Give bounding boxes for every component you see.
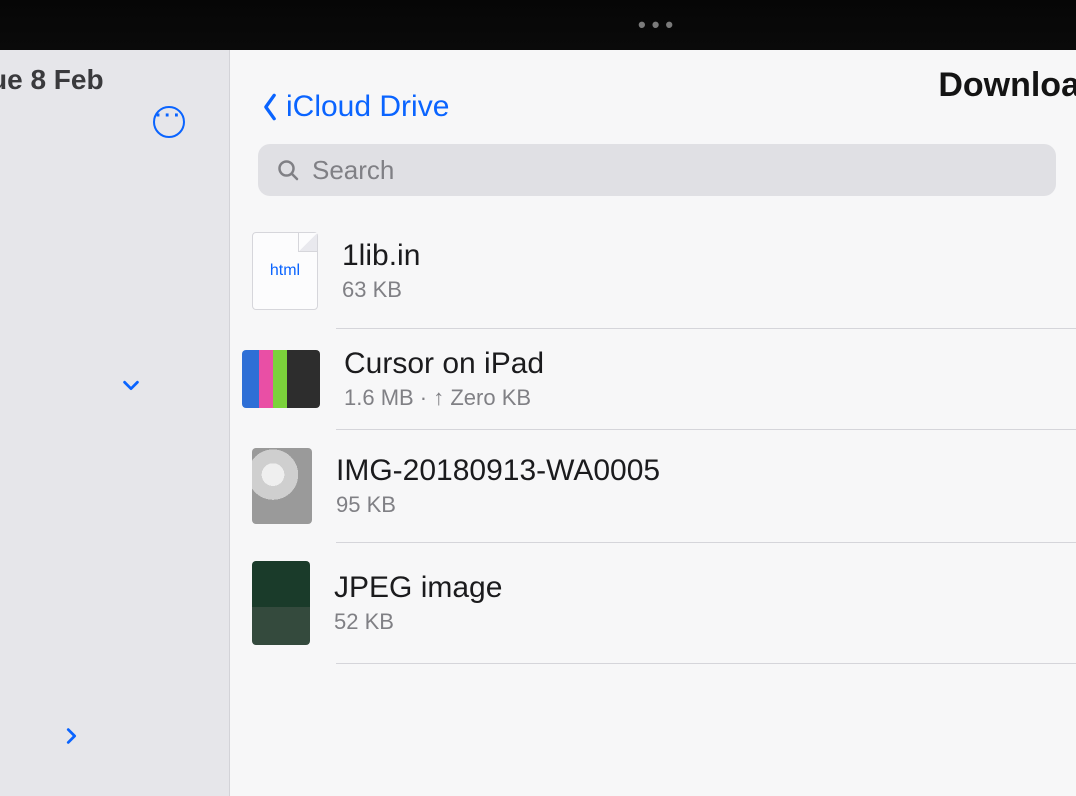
file-subtitle: 95 KB bbox=[336, 492, 660, 518]
chevron-left-icon bbox=[260, 90, 280, 124]
file-name: JPEG image bbox=[334, 571, 502, 605]
sidebar-collapse-toggle[interactable] bbox=[120, 368, 142, 407]
chevron-right-icon bbox=[60, 719, 82, 753]
file-name: 1lib.in bbox=[342, 239, 420, 273]
file-row[interactable]: IMG-20180913-WA0005 95 KB bbox=[230, 430, 1076, 542]
sidebar: ue 8 Feb ··· bbox=[0, 48, 230, 796]
file-meta: Cursor on iPad 1.6 MB · ↑ Zero KB bbox=[344, 347, 544, 411]
file-row[interactable]: Cursor on iPad 1.6 MB · ↑ Zero KB bbox=[230, 329, 1076, 429]
device-topbar: ••• bbox=[0, 0, 1076, 50]
content-pane: Downloa iCloud Drive html 1lib.in 63 KB bbox=[230, 48, 1076, 796]
files-window: ue 8 Feb ··· Downloa iCloud Drive bbox=[0, 48, 1076, 796]
file-name: Cursor on iPad bbox=[344, 347, 544, 381]
file-subtitle: 1.6 MB · ↑ Zero KB bbox=[344, 385, 544, 411]
file-list: html 1lib.in 63 KB Cursor on iPad 1.6 MB… bbox=[230, 214, 1076, 664]
file-meta: 1lib.in 63 KB bbox=[342, 239, 420, 303]
ellipsis-icon: ··· bbox=[155, 105, 182, 128]
search-input[interactable] bbox=[312, 155, 1038, 186]
file-meta: JPEG image 52 KB bbox=[334, 571, 502, 635]
chevron-down-icon bbox=[120, 368, 142, 402]
back-button[interactable]: iCloud Drive bbox=[260, 90, 449, 124]
file-meta: IMG-20180913-WA0005 95 KB bbox=[336, 454, 660, 518]
row-divider bbox=[336, 663, 1076, 664]
search-field[interactable] bbox=[258, 144, 1056, 196]
image-thumbnail bbox=[242, 350, 320, 408]
page-title: Downloa bbox=[938, 66, 1076, 105]
file-subtitle: 52 KB bbox=[334, 609, 502, 635]
status-date: ue 8 Feb bbox=[0, 64, 104, 96]
file-row[interactable]: JPEG image 52 KB bbox=[230, 543, 1076, 663]
search-icon bbox=[276, 158, 300, 182]
file-type-badge: html bbox=[270, 262, 300, 280]
image-thumbnail bbox=[252, 448, 312, 524]
image-thumbnail bbox=[252, 561, 310, 645]
file-row[interactable]: html 1lib.in 63 KB bbox=[230, 214, 1076, 328]
file-thumbnail: html bbox=[252, 232, 318, 310]
sidebar-expand-toggle[interactable] bbox=[60, 719, 82, 758]
file-subtitle: 63 KB bbox=[342, 277, 420, 303]
back-label: iCloud Drive bbox=[286, 90, 449, 124]
file-name: IMG-20180913-WA0005 bbox=[336, 454, 660, 488]
more-options-button[interactable]: ··· bbox=[153, 106, 185, 138]
ellipsis-icon: ••• bbox=[638, 12, 679, 38]
